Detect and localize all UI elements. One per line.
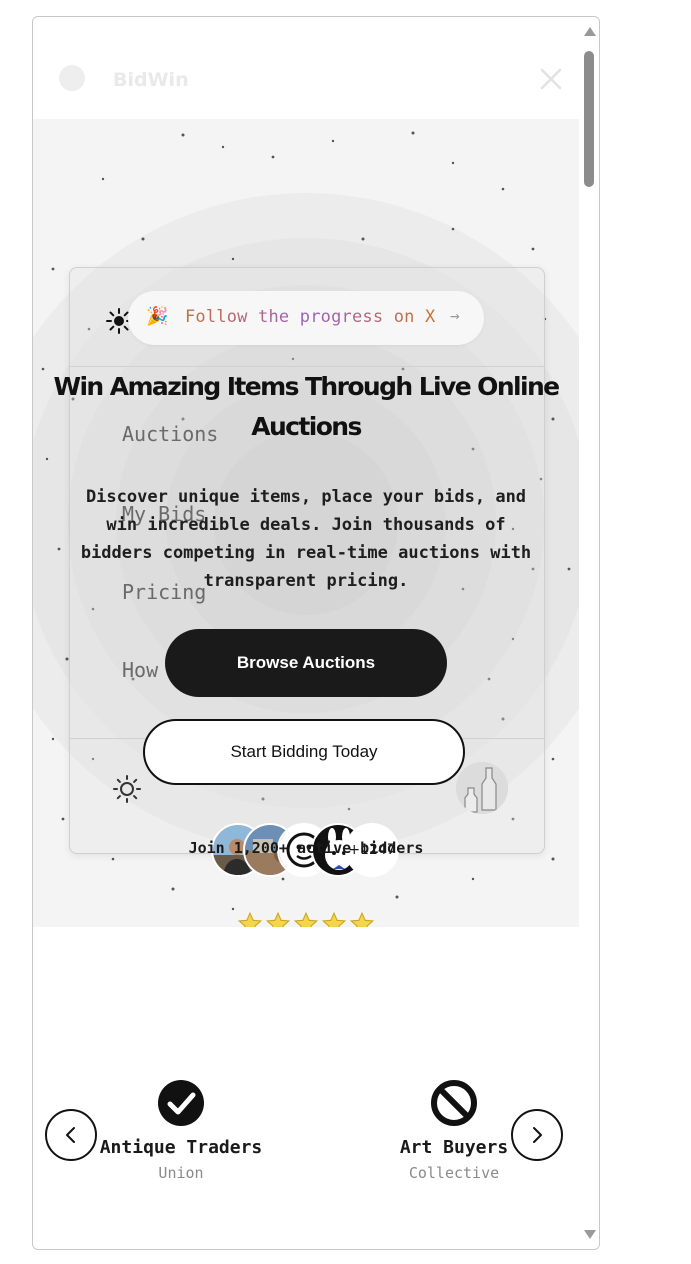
star-icon (237, 911, 263, 927)
arrow-right-icon: → (450, 306, 460, 325)
user-avatar[interactable] (456, 762, 508, 814)
partner-name: Art Buyers (399, 1137, 509, 1158)
scrollbar[interactable] (579, 17, 599, 1249)
scroll-up-icon[interactable] (584, 27, 596, 36)
sun-outline-icon[interactable] (112, 774, 142, 804)
star-icon (293, 911, 319, 927)
star-icon (265, 911, 291, 927)
prohibited-icon (431, 1080, 477, 1126)
carousel-next-button[interactable] (511, 1109, 563, 1161)
carousel-prev-button[interactable] (45, 1109, 97, 1161)
announcement-pill[interactable]: 🎉 Follow the progress on X → (128, 291, 484, 345)
brand-name[interactable]: BidWin (113, 69, 189, 91)
announcement-text: Follow the progress on X (185, 307, 436, 327)
chevron-right-icon (533, 1127, 542, 1143)
rating-stars (237, 911, 377, 927)
partner-card[interactable]: Antique Traders Union (93, 1079, 269, 1182)
hero-section: Auctions My Bids Pricing How 🎉 Follow th… (33, 119, 579, 927)
hero-title: Win Amazing Items Through Live Online Au… (53, 372, 560, 441)
partner-name: Antique Traders (99, 1137, 263, 1158)
hero-subtitle: Discover unique items, place your bids, … (80, 487, 532, 591)
chevron-left-icon (66, 1127, 75, 1143)
browse-auctions-button[interactable]: Browse Auctions (165, 629, 447, 697)
browser-viewport: BidWin Auctions My Bids Pricing How 🎉 Fo… (32, 16, 600, 1250)
partners-carousel: Antique Traders Union Art Buyers Collect… (33, 1057, 579, 1237)
close-icon[interactable] (539, 67, 563, 91)
menu-item-how[interactable]: How (122, 658, 158, 682)
party-popper-icon: 🎉 (146, 306, 169, 327)
site-header: BidWin (33, 17, 579, 119)
partner-card[interactable]: Art Buyers Collective (381, 1079, 527, 1182)
check-circle-icon (158, 1080, 204, 1126)
scroll-down-icon[interactable] (584, 1230, 596, 1239)
star-icon (349, 911, 375, 927)
star-icon (321, 911, 347, 927)
scrollbar-thumb[interactable] (584, 51, 594, 187)
start-bidding-button[interactable]: Start Bidding Today (143, 719, 465, 785)
social-proof-text: Join 1,200+ active bidders (188, 839, 424, 857)
partner-subtitle: Collective (408, 1164, 500, 1182)
logo-dot-icon[interactable] (59, 65, 85, 91)
partner-subtitle: Union (158, 1164, 204, 1182)
